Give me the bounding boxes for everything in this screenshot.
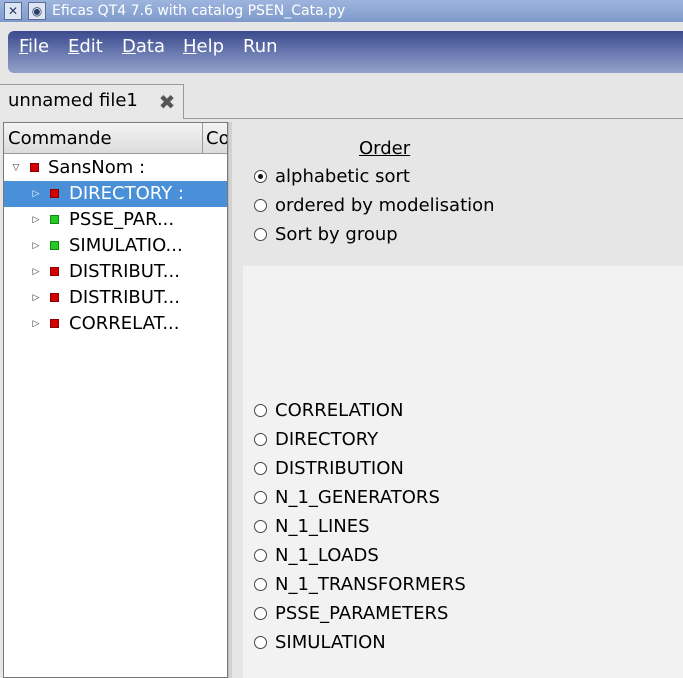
collapse-arrow-icon[interactable]: ▷: [30, 311, 42, 337]
tree-item-distribution-1[interactable]: ▷ DISTRIBUT...: [4, 259, 227, 285]
tree-label: SansNom :: [48, 157, 146, 178]
tree-label: DISTRIBUT...: [69, 287, 180, 308]
collapse-arrow-icon[interactable]: ▷: [30, 259, 42, 285]
collapse-arrow-icon[interactable]: ▷: [30, 285, 42, 311]
tree-item-simulation[interactable]: ▷ SIMULATIO...: [4, 233, 227, 259]
status-error-icon: [50, 293, 59, 302]
radio-label: N_1_LOADS: [275, 545, 379, 566]
menu-data[interactable]: Data: [122, 31, 165, 63]
radio-label: alphabetic sort: [275, 166, 410, 187]
radio-unchecked-icon[interactable]: [254, 636, 267, 649]
radio-unchecked-icon[interactable]: [254, 520, 267, 533]
order-group-title: Order: [359, 138, 411, 159]
radio-unchecked-icon[interactable]: [254, 404, 267, 417]
status-error-icon: [30, 163, 39, 172]
radio-label: DIRECTORY: [275, 429, 379, 450]
tab-label: unnamed file1: [8, 90, 138, 111]
radio-label: PSSE_PARAMETERS: [275, 603, 449, 624]
radio-unchecked-icon[interactable]: [254, 199, 267, 212]
tree-label: CORRELAT...: [69, 313, 180, 334]
radio-label: N_1_GENERATORS: [275, 487, 440, 508]
header-comment[interactable]: Co: [206, 123, 227, 153]
menu-edit[interactable]: Edit: [68, 31, 103, 63]
tree-label: PSSE_PAR...: [69, 209, 175, 230]
status-error-icon: [50, 319, 59, 328]
tree-item-distribution-2[interactable]: ▷ DISTRIBUT...: [4, 285, 227, 311]
tree-label: DISTRIBUT...: [69, 261, 180, 282]
radio-label: N_1_LINES: [275, 516, 370, 537]
menu-file[interactable]: File: [19, 31, 49, 63]
collapse-arrow-icon[interactable]: ▷: [30, 233, 42, 259]
status-error-icon: [50, 189, 59, 198]
radio-label: SIMULATION: [275, 632, 386, 653]
radio-unchecked-icon[interactable]: [254, 607, 267, 620]
radio-unchecked-icon[interactable]: [254, 549, 267, 562]
tree-label: SIMULATIO...: [69, 235, 183, 256]
tree-root-sansnom[interactable]: ▽ SansNom :: [4, 155, 227, 181]
radio-label: CORRELATION: [275, 400, 404, 421]
radio-label: Sort by group: [275, 224, 398, 245]
collapse-arrow-icon[interactable]: ▷: [30, 181, 42, 207]
radio-unchecked-icon[interactable]: [254, 228, 267, 241]
radio-unchecked-icon[interactable]: [254, 491, 267, 504]
menu-bar: File Edit Data Help Run: [8, 31, 683, 73]
app-icon[interactable]: ✕: [4, 2, 22, 20]
radio-unchecked-icon[interactable]: [254, 578, 267, 591]
collapse-arrow-icon[interactable]: ▷: [30, 207, 42, 233]
radio-unchecked-icon[interactable]: [254, 433, 267, 446]
radio-label: ordered by modelisation: [275, 195, 495, 216]
window-titlebar: ✕ ◉ Eficas QT4 7.6 with catalog PSEN_Cat…: [0, 0, 683, 22]
command-tree[interactable]: Commande Co ▽ SansNom : ▷ DIRECTORY : ▷ …: [3, 122, 228, 678]
window-menu-icon[interactable]: ◉: [28, 2, 46, 20]
tree-item-directory[interactable]: ▷ DIRECTORY :: [4, 181, 227, 207]
close-icon[interactable]: ✖: [158, 92, 176, 112]
tree-label: DIRECTORY :: [69, 183, 184, 204]
status-error-icon: [50, 267, 59, 276]
tab-unnamed-file1[interactable]: unnamed file1 ✖: [0, 84, 184, 119]
header-commande[interactable]: Commande: [8, 123, 200, 153]
tree-item-psse-parameters[interactable]: ▷ PSSE_PAR...: [4, 207, 227, 233]
menu-run[interactable]: Run: [243, 31, 278, 63]
radio-label: DISTRIBUTION: [275, 458, 404, 479]
radio-label: N_1_TRANSFORMERS: [275, 574, 466, 595]
header-separator[interactable]: [202, 123, 203, 153]
status-ok-icon: [50, 241, 59, 250]
window-title: Eficas QT4 7.6 with catalog PSEN_Cata.py: [52, 3, 346, 19]
tree-header: Commande Co: [4, 123, 227, 154]
tree-item-correlation[interactable]: ▷ CORRELAT...: [4, 311, 227, 337]
status-ok-icon: [50, 215, 59, 224]
radio-checked-icon[interactable]: [254, 170, 267, 183]
radio-unchecked-icon[interactable]: [254, 462, 267, 475]
expand-arrow-icon[interactable]: ▽: [10, 155, 22, 181]
menu-help[interactable]: Help: [183, 31, 224, 63]
